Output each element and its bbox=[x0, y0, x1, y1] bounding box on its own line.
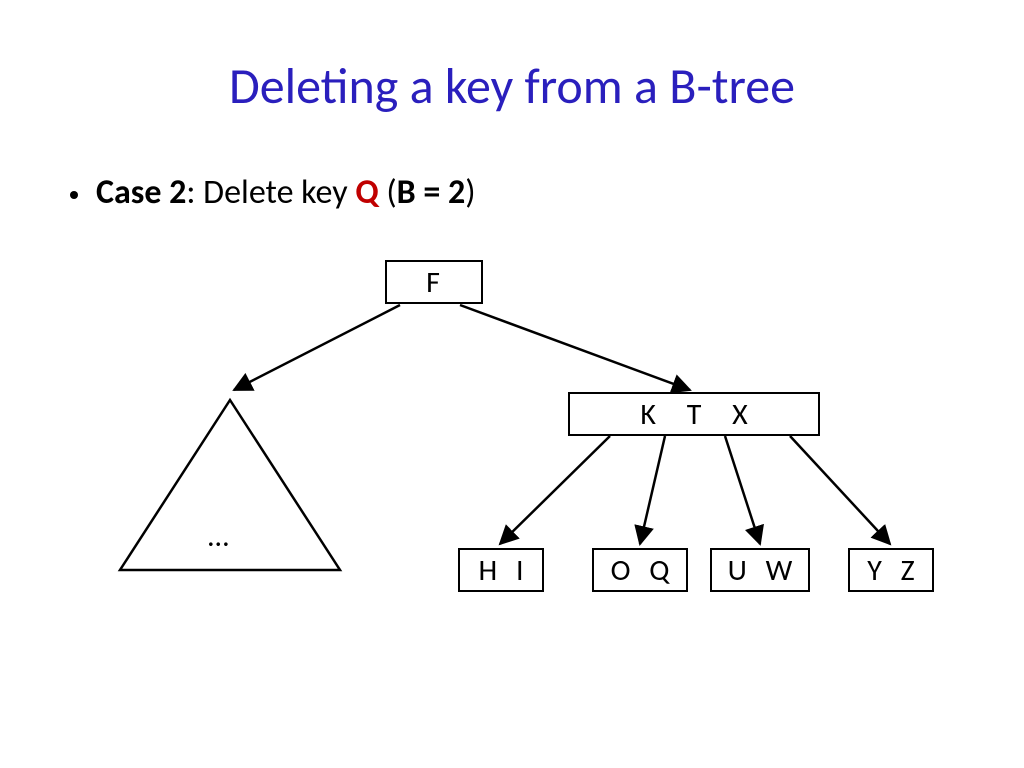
node-leaf-hi: H I bbox=[458, 548, 544, 592]
node-ktx: K T X bbox=[568, 392, 820, 436]
edge-ktx-4 bbox=[790, 436, 890, 544]
node-leaf-yz: Y Z bbox=[848, 548, 934, 592]
subtree-triangle bbox=[120, 400, 340, 570]
edge-root-right bbox=[460, 305, 690, 390]
edge-ktx-2 bbox=[640, 436, 665, 544]
edge-ktx-1 bbox=[500, 436, 610, 544]
btree-diagram: F … K T X H I O Q U W Y Z bbox=[0, 0, 1024, 768]
node-root: F bbox=[385, 260, 483, 304]
node-leaf-oq: O Q bbox=[592, 548, 688, 592]
ellipsis-label: … bbox=[208, 518, 229, 555]
slide: Deleting a key from a B-tree Case 2: Del… bbox=[0, 0, 1024, 768]
edge-root-left bbox=[234, 305, 400, 390]
edges-svg bbox=[0, 0, 1024, 768]
node-leaf-uw: U W bbox=[710, 548, 810, 592]
edge-ktx-3 bbox=[725, 436, 760, 544]
